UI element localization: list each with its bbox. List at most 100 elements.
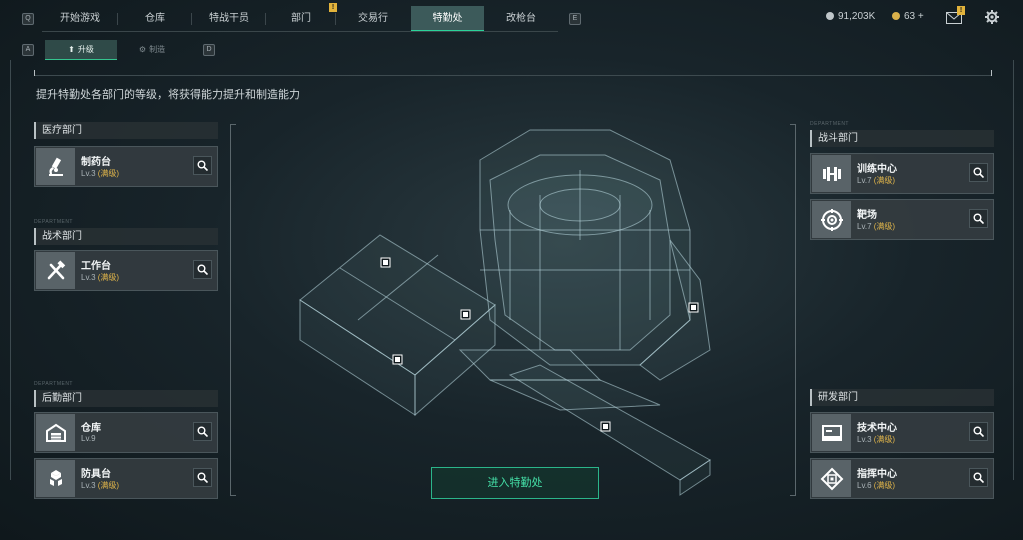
tab-gunsmith[interactable]: 改枪台	[484, 6, 558, 32]
max-level-tag: (满级)	[97, 169, 120, 178]
level-value: Lv.9	[81, 434, 96, 443]
max-level-tag: (满级)	[873, 222, 896, 231]
card-tech-center[interactable]: 技术中心 Lv.3 (满级)	[810, 412, 994, 453]
subtab-craft-label: 制造	[149, 45, 166, 54]
currency-coins: 91,203K	[826, 11, 875, 22]
level-value: Lv.3	[81, 273, 96, 282]
top-nav-bar: Q 开始游戏 仓库 特战干员 部门 ! 交易行 特勤处 改枪台 E 91,203…	[0, 0, 1023, 36]
upgrade-icon: ⬆	[68, 45, 75, 54]
card-level: Lv.7 (满级)	[857, 221, 895, 232]
card-level: Lv.6 (满级)	[857, 480, 895, 491]
tab-start-game[interactable]: 开始游戏	[42, 6, 118, 32]
tab-warehouse[interactable]: 仓库	[118, 6, 192, 32]
dumbbell-icon	[812, 155, 851, 192]
search-icon	[973, 213, 984, 224]
inspect-button[interactable]	[193, 422, 212, 441]
card-training-center[interactable]: 训练中心 Lv.7 (满级)	[810, 153, 994, 194]
subtab-craft[interactable]: ⚙ 制造	[122, 40, 182, 60]
department-tag: DEPARTMENT	[810, 121, 849, 127]
department-tag: DEPARTMENT	[34, 381, 73, 387]
level-value: Lv.3	[857, 435, 872, 444]
page-description: 提升特勤处各部门的等级，将获得能力提升和制造能力	[36, 89, 300, 101]
card-workbench[interactable]: 工作台 Lv.3 (满级)	[34, 250, 218, 291]
coins-value: 91,203K	[838, 11, 876, 22]
max-level-tag: (满级)	[873, 176, 896, 185]
chip-icon	[812, 460, 851, 497]
card-level: Lv.9	[81, 434, 96, 443]
max-level-tag: (满级)	[873, 435, 896, 444]
key-hint-d: D	[203, 44, 215, 56]
tab-label: 特战干员	[209, 13, 249, 24]
key-hint-e: E	[569, 13, 581, 25]
subtab-upgrade-label: 升级	[77, 45, 94, 54]
inspect-button[interactable]	[969, 209, 988, 228]
subtab-upgrade[interactable]: ⬆ 升级	[45, 40, 117, 60]
mail-alert-badge: !	[957, 6, 965, 15]
search-icon	[973, 167, 984, 178]
tab-operators[interactable]: 特战干员	[192, 6, 266, 32]
tab-label: 改枪台	[506, 13, 536, 24]
tab-label: 开始游戏	[60, 13, 100, 24]
target-icon	[812, 201, 851, 238]
cubes-icon	[36, 460, 75, 497]
card-level: Lv.7 (满级)	[857, 175, 895, 186]
coin-icon	[826, 12, 834, 20]
logistics-department-header: 后勤部门	[34, 390, 218, 407]
level-value: Lv.7	[857, 176, 872, 185]
nav-divider	[42, 31, 558, 32]
card-name: 制药台	[81, 157, 111, 168]
craft-icon: ⚙	[138, 45, 147, 54]
frame-line-left	[10, 60, 11, 480]
tab-special-ops[interactable]: 特勤处	[411, 6, 484, 32]
card-level: Lv.3 (满级)	[81, 480, 119, 491]
card-name: 靶场	[857, 210, 877, 221]
card-name: 训练中心	[857, 164, 897, 175]
combat-department-header: 战斗部门	[810, 130, 994, 147]
tab-label: 特勤处	[432, 13, 463, 24]
search-icon	[197, 160, 208, 171]
level-value: Lv.3	[81, 169, 96, 178]
currency-premium[interactable]: 63 +	[892, 11, 924, 22]
settings-button[interactable]	[985, 10, 999, 24]
level-value: Lv.7	[857, 222, 872, 231]
tab-label: 部门	[291, 13, 311, 24]
card-command-center[interactable]: 指挥中心 Lv.6 (满级)	[810, 458, 994, 499]
headquarters-hologram	[299, 129, 711, 496]
inspect-button[interactable]	[193, 468, 212, 487]
inspect-button[interactable]	[193, 156, 212, 175]
sub-tabs: A ⬆ 升级 ⚙ 制造 D	[0, 38, 300, 62]
card-name: 指挥中心	[857, 469, 897, 480]
tab-trading[interactable]: 交易行	[336, 6, 410, 32]
tools-icon	[36, 252, 75, 289]
max-level-tag: (满级)	[97, 273, 120, 282]
warehouse-icon	[36, 414, 75, 451]
premium-coin-icon	[892, 12, 900, 20]
premium-value: 63 +	[904, 11, 924, 22]
max-level-tag: (满级)	[873, 481, 896, 490]
level-value: Lv.3	[81, 481, 96, 490]
level-value: Lv.6	[857, 481, 872, 490]
card-armor-bench[interactable]: 防具台 Lv.3 (满级)	[34, 458, 218, 499]
key-hint-a: A	[22, 44, 34, 56]
card-shooting-range[interactable]: 靶场 Lv.7 (满级)	[810, 199, 994, 240]
left-bracket	[230, 124, 236, 496]
tab-label: 仓库	[145, 13, 165, 24]
inspect-button[interactable]	[969, 468, 988, 487]
frame-tick-right	[991, 70, 992, 76]
search-icon	[197, 264, 208, 275]
search-icon	[973, 426, 984, 437]
card-level: Lv.3 (满级)	[857, 434, 895, 445]
inspect-button[interactable]	[969, 422, 988, 441]
right-bracket	[790, 124, 796, 496]
card-warehouse[interactable]: 仓库 Lv.9	[34, 412, 218, 453]
inspect-button[interactable]	[193, 260, 212, 279]
card-pharmacy[interactable]: 制药台 Lv.3 (满级)	[34, 146, 218, 187]
card-name: 仓库	[81, 423, 101, 434]
tab-departments[interactable]: 部门	[266, 6, 336, 32]
frame-tick-left	[34, 70, 35, 76]
inspect-button[interactable]	[969, 163, 988, 182]
enter-special-ops-button[interactable]: 进入特勤处	[431, 467, 599, 499]
tab-label: 交易行	[358, 13, 388, 24]
search-icon	[973, 472, 984, 483]
research-department-header: 研发部门	[810, 389, 994, 406]
